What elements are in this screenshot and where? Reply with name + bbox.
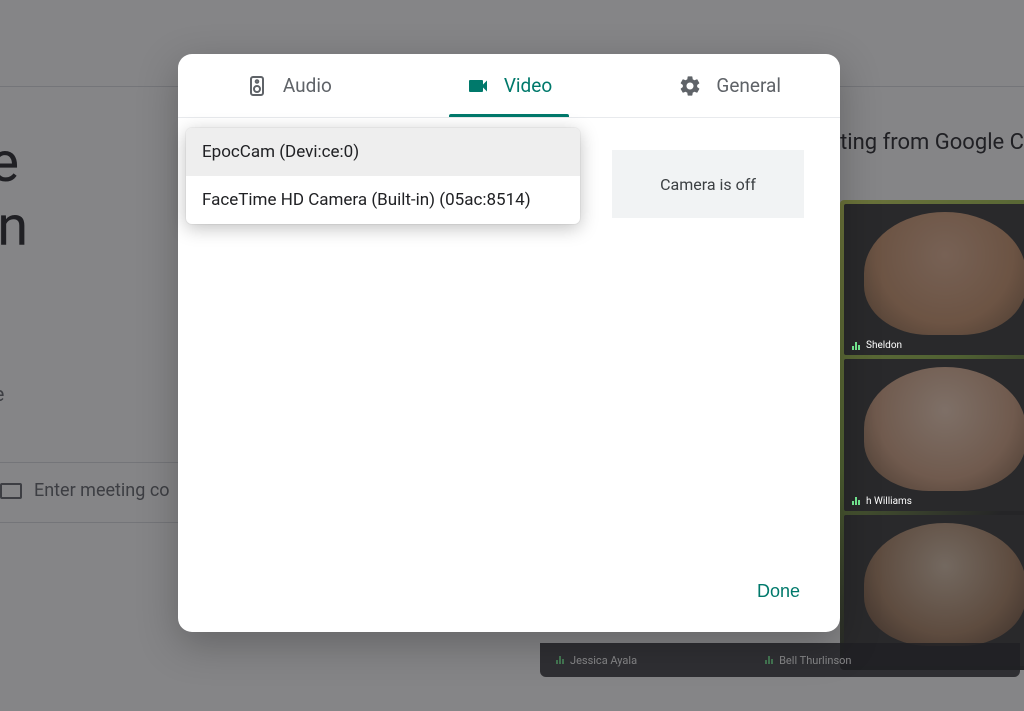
camera-preview: Camera is off <box>612 150 804 218</box>
settings-tabs: Audio Video General <box>178 54 840 118</box>
modal-body: Camera is off EpocCam (Devi:ce:0) FaceTi… <box>178 118 840 561</box>
tab-general[interactable]: General <box>619 54 840 117</box>
tab-audio-label: Audio <box>283 74 332 97</box>
audio-bars-icon <box>852 497 860 505</box>
gear-icon <box>678 74 702 98</box>
settings-modal: Audio Video General Camera is off EpocCa… <box>178 54 840 632</box>
speaker-icon <box>245 74 269 98</box>
participant-label: h Williams <box>844 492 920 511</box>
participant-name: Sheldon <box>866 340 902 351</box>
participant-label: Sheldon <box>844 336 910 355</box>
camera-option[interactable]: EpocCam (Devi:ce:0) <box>186 128 580 176</box>
tab-general-label: General <box>716 74 781 97</box>
videocam-icon <box>466 74 490 98</box>
camera-off-text: Camera is off <box>660 175 756 194</box>
modal-footer: Done <box>178 561 840 632</box>
audio-bars-icon <box>852 342 860 350</box>
camera-dropdown: EpocCam (Devi:ce:0) FaceTime HD Camera (… <box>186 128 580 224</box>
done-button[interactable]: Done <box>743 573 814 610</box>
tab-audio[interactable]: Audio <box>178 54 399 117</box>
tab-video-label: Video <box>504 74 552 97</box>
tab-video[interactable]: Video <box>399 54 620 117</box>
participant-name: h Williams <box>866 496 912 507</box>
camera-option[interactable]: FaceTime HD Camera (Built-in) (05ac:8514… <box>186 176 580 224</box>
participant-label <box>844 658 860 666</box>
